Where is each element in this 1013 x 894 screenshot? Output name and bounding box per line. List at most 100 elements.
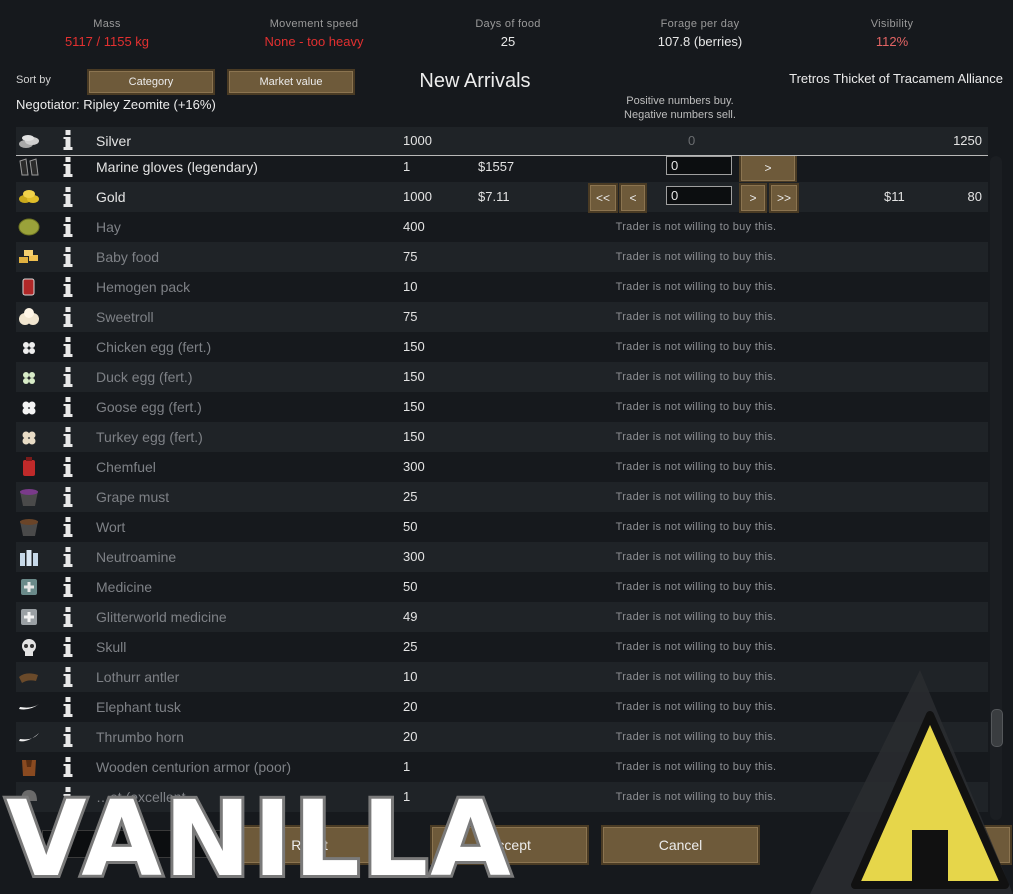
item-name: Hay — [96, 219, 121, 235]
not-willing-note: Trader is not willing to buy this. — [615, 371, 777, 383]
info-icon[interactable] — [62, 667, 74, 687]
info-icon[interactable] — [62, 457, 74, 477]
item-qty: 1 — [403, 789, 411, 804]
info-icon[interactable] — [62, 577, 74, 597]
table-row: Wort 50 Trader is not willing to buy thi… — [16, 512, 988, 542]
sort-category-button[interactable]: Category — [87, 69, 215, 95]
info-icon[interactable] — [62, 397, 74, 417]
medicine-icon — [21, 579, 37, 595]
stat-food-value: 25 — [500, 34, 516, 49]
info-icon[interactable] — [62, 547, 74, 567]
info-icon[interactable] — [62, 697, 74, 717]
skull-icon — [22, 639, 36, 656]
table-row: Goose egg (fert.) 150 Trader is not will… — [16, 392, 988, 422]
table-row: Sweetroll 75 Trader is not willing to bu… — [16, 302, 988, 332]
table-row: Hemogen pack 10 Trader is not willing to… — [16, 272, 988, 302]
info-icon[interactable] — [62, 787, 74, 807]
not-willing-note: Trader is not willing to buy this. — [615, 221, 777, 233]
wort-icon — [20, 519, 38, 536]
info-icon[interactable] — [62, 607, 74, 627]
glitterworld-medicine-icon — [21, 609, 37, 625]
stat-forage-value: 107.8 (berries) — [657, 34, 743, 49]
increase-button[interactable]: > — [739, 183, 767, 213]
chicken-egg-icon — [23, 342, 35, 354]
list-scrollbar[interactable] — [990, 156, 1003, 820]
not-willing-note: Trader is not willing to buy this. — [615, 731, 777, 743]
trader-qty: 80 — [967, 189, 982, 204]
neutroamine-icon — [20, 550, 38, 566]
item-name: Lothurr antler — [96, 669, 180, 685]
item-name: Skull — [96, 639, 127, 655]
info-icon[interactable] — [62, 367, 74, 387]
gift-icon — [934, 833, 946, 855]
increase-button[interactable]: > — [739, 156, 797, 183]
item-qty: 400 — [403, 219, 425, 234]
scrollbar-thumb[interactable] — [991, 709, 1003, 747]
item-name: Wooden centurion armor (poor) — [96, 759, 292, 775]
item-price: $1557 — [478, 159, 515, 174]
info-icon[interactable] — [62, 157, 74, 177]
table-row: Skull 25 Trader is not willing to buy th… — [16, 632, 988, 662]
table-row: Lothurr antler 10 Trader is not willing … — [16, 662, 988, 692]
info-icon[interactable] — [62, 427, 74, 447]
not-willing-note: Trader is not willing to buy this. — [615, 461, 777, 473]
info-icon[interactable] — [62, 517, 74, 537]
reset-button[interactable]: Reset — [230, 825, 389, 865]
item-qty: 300 — [403, 459, 425, 474]
increase-max-button[interactable]: >> — [769, 183, 799, 213]
sort-market-value-button[interactable]: Market value — [227, 69, 355, 95]
info-icon[interactable] — [62, 277, 74, 297]
hay-icon — [18, 218, 40, 236]
item-name: Elephant tusk — [96, 699, 181, 715]
item-price: $7.11 — [478, 189, 510, 204]
trade-mode-button[interactable] — [978, 825, 1012, 865]
trade-amount-input[interactable] — [666, 186, 732, 205]
item-qty: 10 — [403, 279, 418, 294]
item-qty: 75 — [403, 309, 418, 324]
trade-amount-input[interactable] — [666, 156, 732, 175]
info-icon[interactable] — [62, 217, 74, 237]
info-icon[interactable] — [62, 247, 74, 267]
hemogen-pack-icon — [22, 278, 35, 296]
item-name: Goose egg (fert.) — [96, 399, 202, 415]
item-name: Duck egg (fert.) — [96, 369, 193, 385]
item-name: Baby food — [96, 249, 160, 265]
stat-mass-label: Mass — [93, 18, 121, 30]
info-icon[interactable] — [62, 307, 74, 327]
info-icon[interactable] — [62, 757, 74, 777]
gold-icon — [19, 190, 39, 203]
table-row: Chemfuel 300 Trader is not willing to bu… — [16, 452, 988, 482]
caravan-stats-bar: Mass 5117 / 1155 kg Movement speed None … — [0, 0, 1013, 62]
cancel-button[interactable]: Cancel — [601, 825, 760, 865]
buy-sell-hint: Positive numbers buy. Negative numbers s… — [580, 94, 780, 122]
stat-movement-speed: Movement speed None - too heavy — [214, 18, 414, 49]
not-willing-note: Trader is not willing to buy this. — [615, 341, 777, 353]
info-icon[interactable] — [62, 337, 74, 357]
info-icon[interactable] — [62, 130, 74, 150]
info-icon[interactable] — [62, 487, 74, 507]
accept-button[interactable]: Accept — [430, 825, 589, 865]
not-willing-note: Trader is not willing to buy this. — [615, 611, 777, 623]
info-icon[interactable] — [62, 727, 74, 747]
dialog-title: New Arrivals — [419, 70, 531, 92]
item-name: Neutroamine — [96, 549, 177, 565]
item-qty: 50 — [403, 519, 418, 534]
search-input[interactable] — [42, 830, 224, 858]
item-name: …et (excellent — [96, 789, 186, 805]
item-qty: 150 — [403, 429, 425, 444]
goose-egg-icon — [22, 401, 36, 415]
gift-mode-button[interactable] — [922, 825, 978, 865]
table-row: Grape must 25 Trader is not willing to b… — [16, 482, 988, 512]
info-icon[interactable] — [62, 187, 74, 207]
silver-icon — [19, 135, 39, 148]
not-willing-note: Trader is not willing to buy this. — [615, 251, 777, 263]
decrease-max-button[interactable]: << — [588, 183, 618, 213]
silver-name: Silver — [96, 133, 132, 149]
not-willing-note: Trader is not willing to buy this. — [615, 671, 777, 683]
decrease-button[interactable]: < — [619, 183, 647, 213]
silver-trade-amount: 0 — [688, 133, 696, 148]
info-icon[interactable] — [62, 637, 74, 657]
item-qty: 150 — [403, 339, 425, 354]
not-willing-note: Trader is not willing to buy this. — [615, 701, 777, 713]
silver-qty: 1000 — [403, 133, 432, 148]
